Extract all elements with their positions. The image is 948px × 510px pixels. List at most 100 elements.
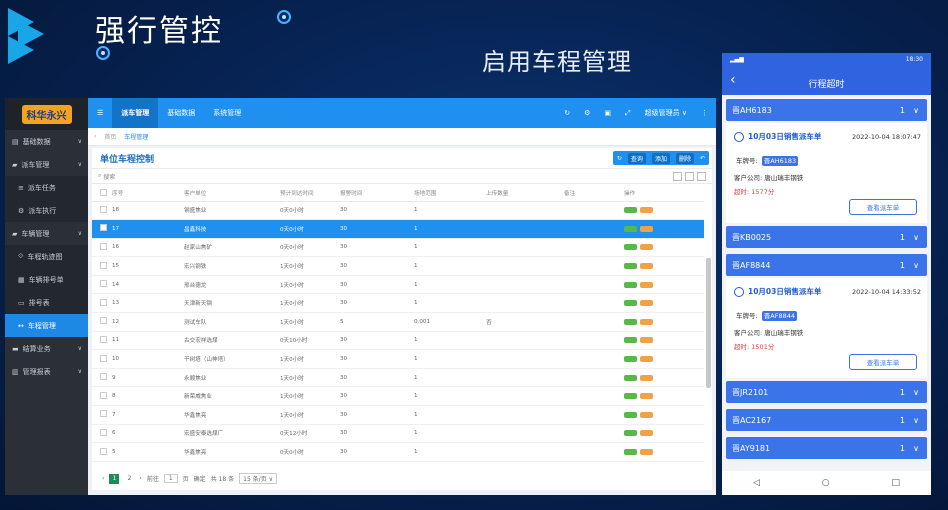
refresh-button[interactable]: ↻	[617, 155, 622, 162]
sidebar-item[interactable]: ▰ 派车管理 ∨	[5, 153, 88, 176]
delete-row-button[interactable]	[640, 281, 653, 288]
lock-icon[interactable]: ▣	[604, 109, 611, 117]
trip-header[interactable]: 晋AY9181 1 ∨	[726, 437, 927, 459]
print-icon[interactable]	[697, 171, 706, 181]
row-checkbox[interactable]	[100, 224, 107, 232]
nav-back-icon[interactable]: ◁	[753, 478, 760, 488]
delete-row-button[interactable]	[640, 374, 653, 381]
delete-row-button[interactable]	[640, 225, 653, 232]
delete-row-button[interactable]	[640, 356, 653, 363]
edit-button[interactable]	[624, 281, 637, 288]
menu-toggle-icon[interactable]: ☰	[88, 98, 112, 128]
edit-button[interactable]	[624, 263, 637, 270]
row-checkbox[interactable]	[100, 317, 107, 325]
row-checkbox[interactable]	[100, 242, 107, 250]
table-row[interactable]: 5 华鑫焦亮 0天0小时 30 1	[92, 442, 704, 462]
table-row[interactable]: 13 天津新天钢 1天0小时 30 1	[92, 293, 704, 314]
table-row[interactable]: 6 宏盛安泰选煤厂 0天12小时 30 1	[92, 424, 704, 444]
edit-button[interactable]	[624, 356, 637, 363]
sidebar-item[interactable]: ▰ 车辆管理 ∨	[5, 222, 88, 245]
user-menu[interactable]: 超级管理员 ∨	[645, 108, 687, 118]
row-checkbox[interactable]	[100, 410, 107, 418]
page-button[interactable]: 1	[109, 473, 120, 484]
next-page-icon[interactable]: ›	[139, 475, 141, 482]
delete-row-button[interactable]	[640, 449, 653, 456]
table-row[interactable]: 14 邢台德龙 1天0小时 30 1	[92, 275, 704, 295]
row-checkbox[interactable]	[100, 298, 107, 306]
tab-dispatch[interactable]: 派车管理	[112, 98, 159, 128]
sidebar-item[interactable]: ▬ 结算业务 ∨	[5, 337, 88, 360]
table-row[interactable]: 17 昌鑫科技 0天0小时 30 1	[92, 219, 704, 239]
sidebar-item[interactable]: ⚙ 派车执行	[5, 199, 88, 222]
row-checkbox[interactable]	[100, 391, 107, 399]
sidebar-item[interactable]: ▦ 车辆排号单	[5, 268, 88, 291]
scrollbar[interactable]	[706, 258, 711, 388]
row-checkbox[interactable]	[100, 280, 107, 288]
delete-button[interactable]: 删除	[675, 152, 694, 164]
column-header[interactable]: 场地范围	[414, 186, 486, 202]
delete-row-button[interactable]	[640, 300, 653, 307]
crumb-home[interactable]: 首页	[104, 132, 116, 141]
more-icon[interactable]: ⋮	[701, 109, 708, 117]
trip-header[interactable]: 晋AF8844 1 ∨	[726, 254, 927, 276]
row-checkbox[interactable]	[100, 447, 107, 455]
sidebar-item[interactable]: ↔ 车程管理	[5, 314, 88, 337]
nav-home-icon[interactable]: ○	[822, 478, 830, 488]
delete-row-button[interactable]	[640, 411, 653, 418]
page-size-select[interactable]: 15 条/页 ∨	[239, 473, 278, 484]
delete-row-button[interactable]	[640, 207, 653, 214]
table-row[interactable]: 15 宏兴钢铁 1天0小时 30 1	[92, 256, 704, 276]
column-header[interactable]: 上传数量	[486, 186, 564, 202]
edit-button[interactable]	[624, 318, 637, 325]
prev-page-icon[interactable]: ‹	[102, 475, 104, 482]
view-dispatch-button[interactable]: 查看派车单	[849, 354, 917, 370]
trip-header[interactable]: 晋AH6183 1 ∨	[726, 99, 927, 121]
table-row[interactable]: 7 华鑫焦亮 1天0小时 30 1	[92, 405, 704, 425]
table-row[interactable]: 12 测试车队 1天0小时 5 0.001 否	[92, 312, 704, 332]
edit-button[interactable]	[624, 225, 637, 232]
sidebar-item[interactable]: ≡ 派车任务	[5, 176, 88, 199]
back-icon[interactable]: ↶	[700, 155, 705, 162]
tab-system[interactable]: 系统管理	[204, 98, 250, 128]
delete-row-button[interactable]	[640, 393, 653, 400]
table-row[interactable]: 9 永顺焦业 1天0小时 30 1	[92, 368, 704, 388]
query-button[interactable]: 查询	[627, 152, 646, 164]
edit-button[interactable]	[624, 393, 637, 400]
column-header[interactable]: 备注	[564, 186, 624, 202]
row-checkbox[interactable]	[100, 354, 107, 362]
refresh-icon[interactable]: ↻	[564, 109, 570, 117]
sidebar-item[interactable]: ▥ 管理报表 ∨	[5, 360, 88, 383]
trip-header[interactable]: 晋AC2167 1 ∨	[726, 409, 927, 431]
table-row[interactable]: 8 新荣威焦业 1天0小时 30 1	[92, 386, 704, 407]
columns-icon[interactable]	[673, 171, 682, 181]
table-row[interactable]: 18 钢盛焦业 0天0小时 30 1	[92, 201, 704, 221]
sidebar-item[interactable]: ⟐ 车程轨迹图	[5, 245, 88, 268]
search-input[interactable]: 搜索	[103, 172, 115, 181]
column-header[interactable]: 报警时间	[340, 186, 414, 202]
edit-button[interactable]	[624, 207, 637, 214]
edit-button[interactable]	[624, 337, 637, 344]
add-button[interactable]: 添加	[651, 152, 670, 164]
nav-recent-icon[interactable]: □	[892, 478, 901, 488]
back-icon[interactable]: ‹	[94, 133, 96, 140]
edit-button[interactable]	[624, 449, 637, 456]
row-checkbox[interactable]	[100, 373, 107, 381]
delete-row-button[interactable]	[640, 430, 653, 437]
trip-header[interactable]: 晋KB0025 1 ∨	[726, 226, 927, 248]
export-icon[interactable]	[685, 171, 694, 181]
confirm-button[interactable]: 确定	[194, 474, 206, 483]
delete-row-button[interactable]	[640, 263, 653, 270]
settings-icon[interactable]: ⚙	[584, 109, 590, 117]
fullscreen-icon[interactable]: ⤢	[625, 109, 631, 118]
edit-button[interactable]	[624, 374, 637, 381]
edit-button[interactable]	[624, 430, 637, 437]
column-header[interactable]: 客户单位	[184, 186, 280, 202]
sidebar-item[interactable]: ▭ 排号表	[5, 291, 88, 314]
select-all-checkbox[interactable]	[100, 188, 107, 196]
edit-button[interactable]	[624, 244, 637, 251]
column-header[interactable]: 序号	[112, 186, 184, 202]
trip-header[interactable]: 晋JR2101 1 ∨	[726, 381, 927, 403]
delete-row-button[interactable]	[640, 244, 653, 251]
edit-button[interactable]	[624, 300, 637, 307]
crumb-current[interactable]: 车程管理	[124, 132, 148, 141]
